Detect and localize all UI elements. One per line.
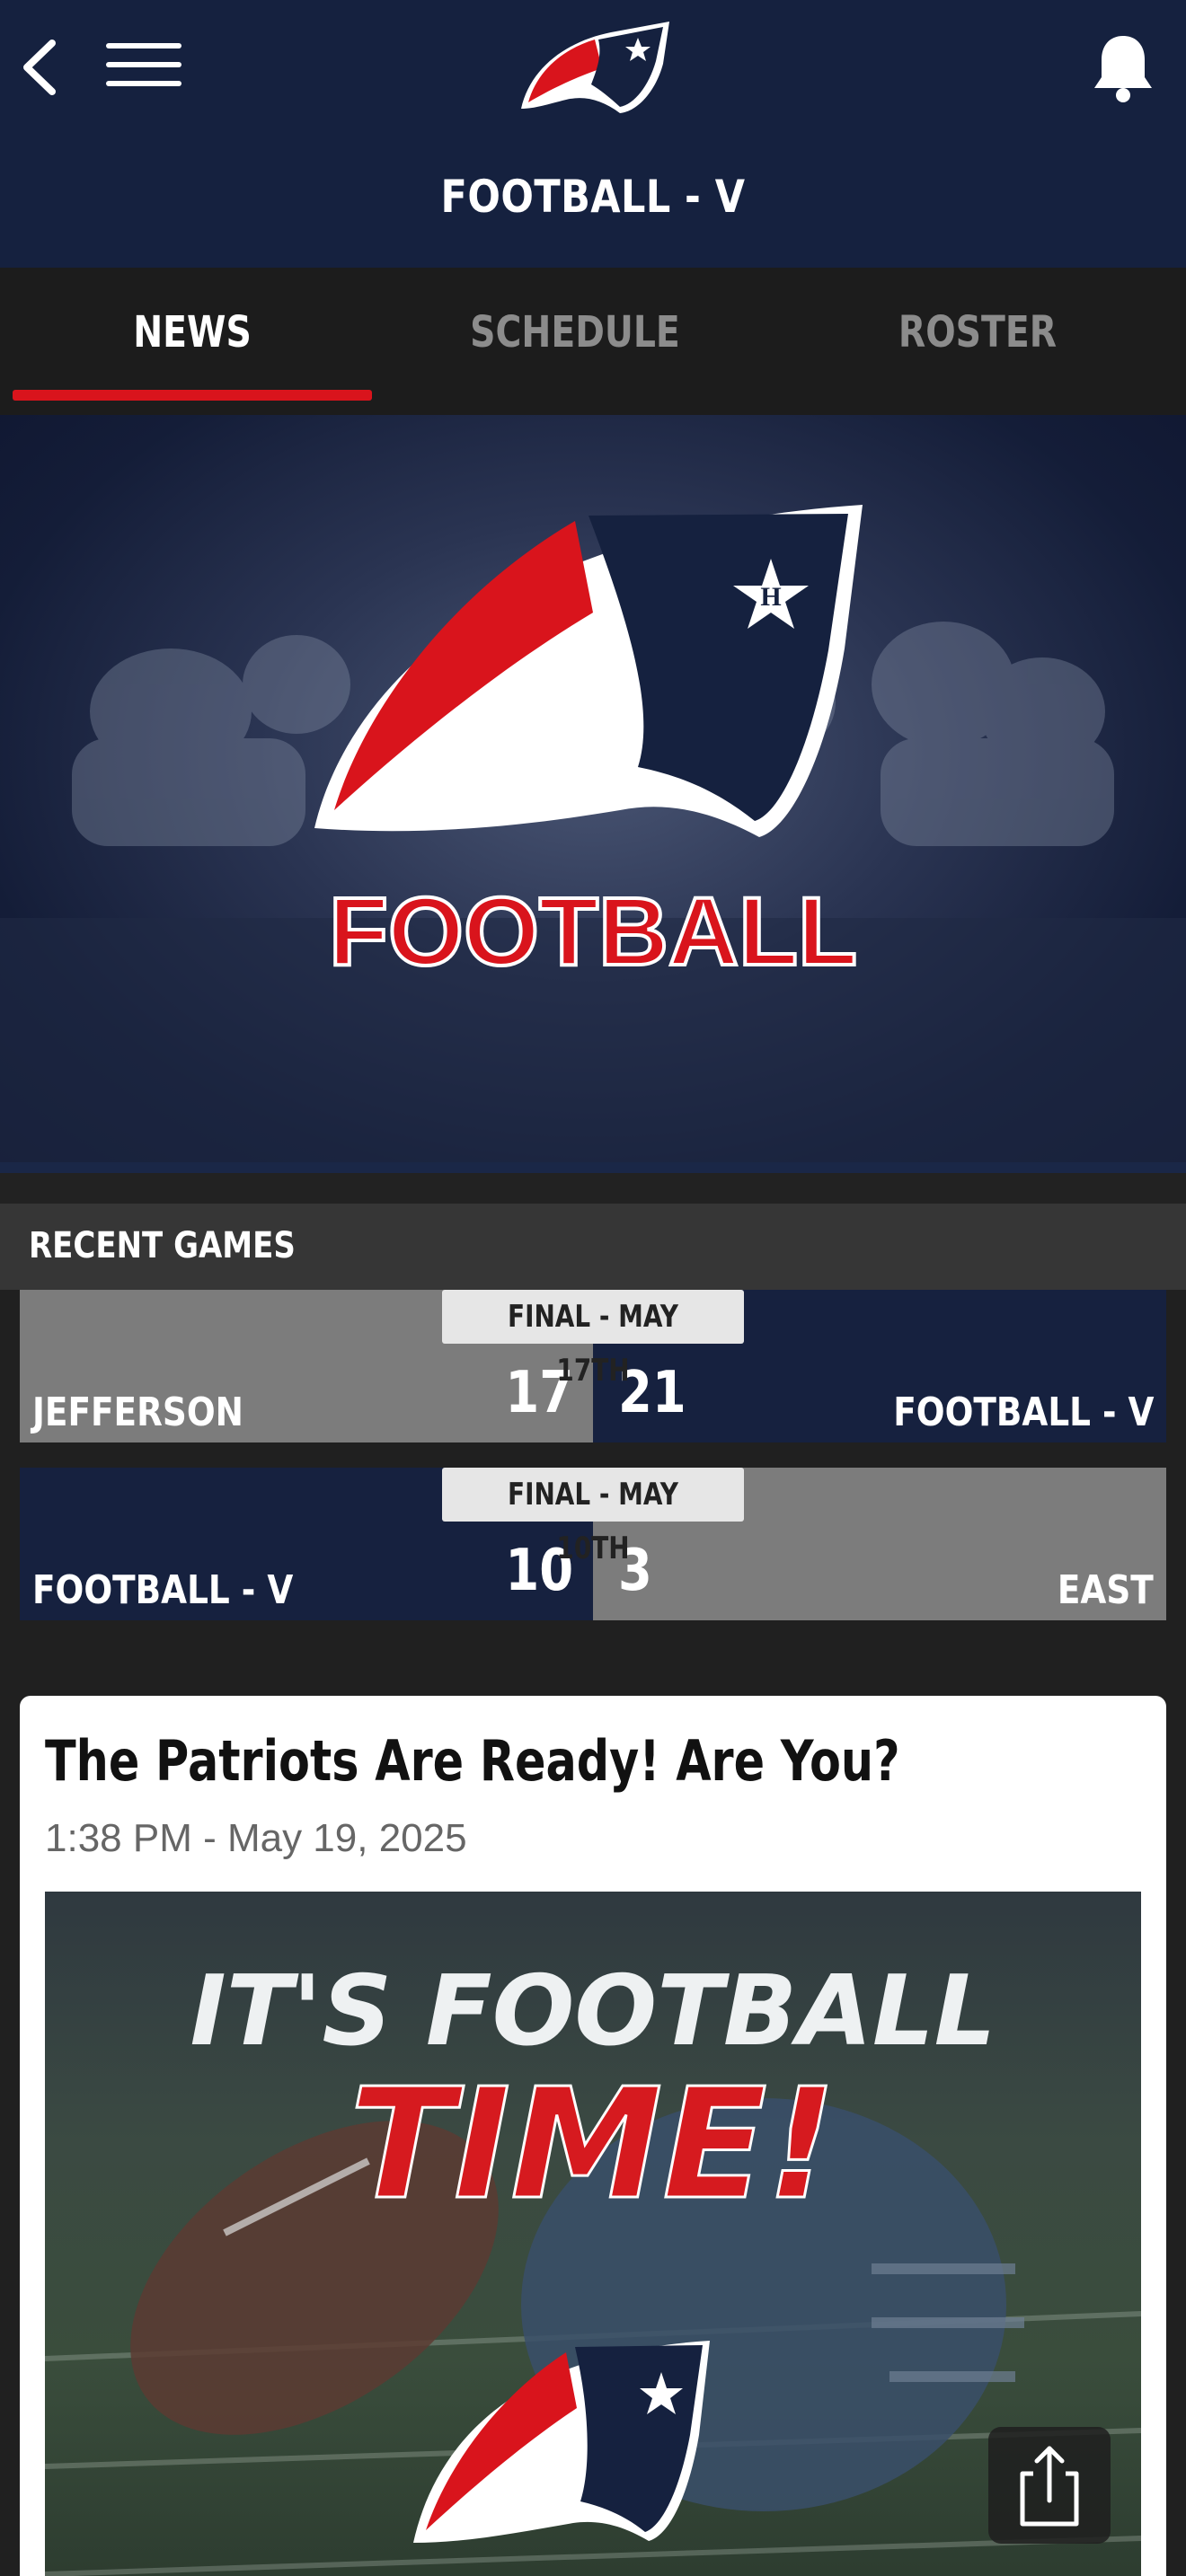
article-title[interactable]: The Patriots Are Ready! Are You? [45,1728,900,1794]
recent-games-header: RECENT GAMES [0,1204,1186,1290]
divider [0,1173,1186,1204]
hero-banner: H FOOTBALL [0,415,1186,1162]
right-team-name: EAST [1058,1567,1154,1613]
hero-title: FOOTBALL [329,877,857,985]
active-tab-indicator [13,390,372,401]
game-result-card[interactable]: FOOTBALL - V 10 3 EAST FINAL - MAY 10TH [20,1468,1166,1620]
tab-schedule[interactable]: SCHEDULE [428,307,722,357]
left-team-name: FOOTBALL - V [32,1567,294,1613]
tab-news[interactable]: NEWS [45,307,340,357]
hamburger-menu-icon[interactable] [106,43,181,92]
game-status-label: FINAL - MAY 10TH [442,1468,744,1566]
game-status-label: FINAL - MAY 17TH [442,1290,744,1389]
page-title: FOOTBALL - V [440,171,746,223]
left-team-name: JEFFERSON [32,1389,243,1435]
hero-graphic: H FOOTBALL [0,505,1186,1162]
app-header: FOOTBALL - V [0,0,1186,268]
share-icon[interactable] [988,2427,1111,2544]
tab-roster[interactable]: ROSTER [830,307,1125,357]
image-headline-line2: TIME! [350,2056,836,2234]
section-title: RECENT GAMES [29,1225,296,1266]
back-chevron-icon[interactable] [16,36,70,99]
game-result-card[interactable]: JEFFERSON 17 21 FOOTBALL - V FINAL - MAY… [20,1290,1166,1442]
divider [0,1162,1186,1173]
article-timestamp: 1:38 PM - May 19, 2025 [45,1816,467,1860]
article-image[interactable]: IT'S FOOTBALL TIME! [45,1892,1141,2576]
bell-icon[interactable] [1089,31,1157,106]
image-headline-line1: IT'S FOOTBALL [190,1955,996,2068]
patriot-logo [512,14,674,119]
right-team-name: FOOTBALL - V [892,1389,1154,1435]
patriot-logo-large: H [314,505,863,837]
article-image-graphic: IT'S FOOTBALL TIME! [45,1955,1141,2576]
svg-text:H: H [760,582,781,612]
